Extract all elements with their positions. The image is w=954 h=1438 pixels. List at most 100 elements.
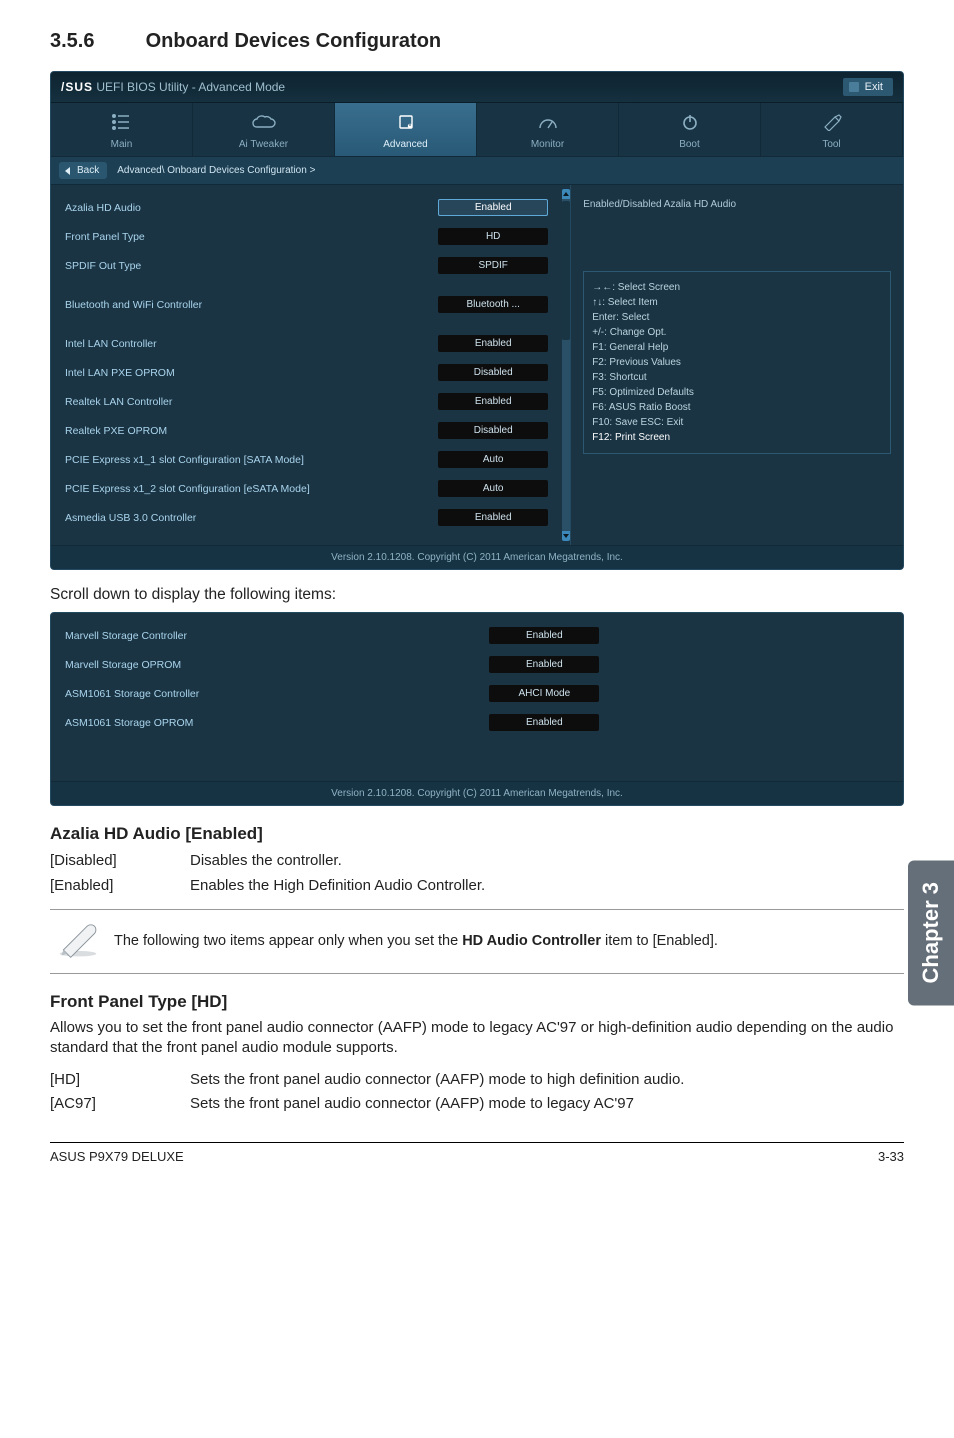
list-icon <box>51 113 192 135</box>
label-asm-oprom: ASM1061 Storage OPROM <box>65 717 489 729</box>
tab-advanced[interactable]: Advanced <box>335 103 477 157</box>
row-asm-oprom[interactable]: ASM1061 Storage OPROMEnabled <box>51 708 613 737</box>
tab-main[interactable]: Main <box>51 103 193 157</box>
value-asm-oprom[interactable]: Enabled <box>489 714 599 731</box>
tab-advanced-label: Advanced <box>383 139 427 150</box>
row-asm-ctrl[interactable]: ASM1061 Storage ControllerAHCI Mode <box>51 679 613 708</box>
chip-icon <box>335 113 476 135</box>
scroll-caption: Scroll down to display the following ite… <box>50 586 904 604</box>
key-help-box: →←: Select Screen ↑↓: Select Item Enter:… <box>583 271 891 454</box>
row-azalia[interactable]: Azalia HD AudioEnabled <box>51 193 562 222</box>
row-realtek-lan[interactable]: Realtek LAN ControllerEnabled <box>51 387 562 416</box>
tab-monitor[interactable]: Monitor <box>477 103 619 157</box>
key-help-line: →←: Select Screen <box>592 280 882 295</box>
def-desc: Sets the front panel audio connector (AA… <box>190 1069 684 1092</box>
scroll-up-button[interactable] <box>562 189 570 199</box>
row-asmedia[interactable]: Asmedia USB 3.0 ControllerEnabled <box>51 503 562 532</box>
tab-boot[interactable]: Boot <box>619 103 761 157</box>
bios-options-panel-2: Marvell Storage ControllerEnabled Marvel… <box>51 613 613 781</box>
row-intel-pxe[interactable]: Intel LAN PXE OPROMDisabled <box>51 358 562 387</box>
value-marvell-ctrl[interactable]: Enabled <box>489 627 599 644</box>
value-realtek-pxe[interactable]: Disabled <box>438 422 548 439</box>
note-text: The following two items appear only when… <box>114 931 718 951</box>
front-panel-deflist: [HD]Sets the front panel audio connector… <box>50 1069 904 1116</box>
tab-main-label: Main <box>111 139 133 150</box>
value-bt-wifi[interactable]: Bluetooth ... <box>438 296 548 313</box>
value-marvell-oprom[interactable]: Enabled <box>489 656 599 673</box>
label-front-panel: Front Panel Type <box>65 231 438 243</box>
value-asmedia[interactable]: Enabled <box>438 509 548 526</box>
label-asmedia: Asmedia USB 3.0 Controller <box>65 512 438 524</box>
section-number: 3.5.6 <box>50 30 140 53</box>
label-marvell-ctrl: Marvell Storage Controller <box>65 630 489 642</box>
row-marvell-oprom[interactable]: Marvell Storage OPROMEnabled <box>51 650 613 679</box>
scroll-down-button[interactable] <box>562 531 570 541</box>
label-intel-lan: Intel LAN Controller <box>65 338 438 350</box>
value-realtek-lan[interactable]: Enabled <box>438 393 548 410</box>
label-pcie2: PCIE Express x1_2 slot Configuration [eS… <box>65 483 438 495</box>
value-pcie2[interactable]: Auto <box>438 480 548 497</box>
power-icon <box>619 113 760 135</box>
footer-left: ASUS P9X79 DELUXE <box>50 1149 184 1164</box>
bios-titlebar: /SUS UEFI BIOS Utility - Advanced Mode E… <box>51 72 903 103</box>
bios-options-panel: Azalia HD AudioEnabled Front Panel TypeH… <box>51 185 562 545</box>
key-help-line: +/-: Change Opt. <box>592 325 882 340</box>
label-asm-ctrl: ASM1061 Storage Controller <box>65 688 489 700</box>
note-text-post: item to [Enabled]. <box>601 933 718 949</box>
chapter-side-tab: Chapter 3 <box>908 860 954 1005</box>
row-spdif[interactable]: SPDIF Out TypeSPDIF <box>51 251 562 280</box>
bios-brand: /SUS UEFI BIOS Utility - Advanced Mode <box>61 80 285 94</box>
row-pcie2[interactable]: PCIE Express x1_2 slot Configuration [eS… <box>51 474 562 503</box>
help-text: Enabled/Disabled Azalia HD Audio <box>583 195 891 265</box>
row-bt-wifi[interactable]: Bluetooth and WiFi ControllerBluetooth .… <box>51 290 562 319</box>
tool-icon <box>761 113 902 135</box>
key-help-line: F12: Print Screen <box>592 430 882 445</box>
bios-help-panel: Enabled/Disabled Azalia HD Audio →←: Sel… <box>570 185 903 545</box>
note-text-pre: The following two items appear only when… <box>114 933 462 949</box>
tab-monitor-label: Monitor <box>531 139 564 150</box>
bios-scrollbar[interactable] <box>562 191 570 539</box>
gauge-icon <box>477 113 618 135</box>
row-pcie1[interactable]: PCIE Express x1_1 slot Configuration [SA… <box>51 445 562 474</box>
key-help-line: F5: Optimized Defaults <box>592 385 882 400</box>
key-help-line: F1: General Help <box>592 340 882 355</box>
value-front-panel[interactable]: HD <box>438 228 548 245</box>
exit-button[interactable]: Exit <box>843 78 893 96</box>
brand-subtitle: UEFI BIOS Utility - Advanced Mode <box>96 80 285 94</box>
label-realtek-lan: Realtek LAN Controller <box>65 396 438 408</box>
breadcrumb: Advanced\ Onboard Devices Configuration … <box>117 165 315 176</box>
label-spdif: SPDIF Out Type <box>65 260 438 272</box>
row-marvell-ctrl[interactable]: Marvell Storage ControllerEnabled <box>51 621 613 650</box>
row-front-panel[interactable]: Front Panel TypeHD <box>51 222 562 251</box>
value-azalia[interactable]: Enabled <box>438 199 548 216</box>
label-pcie1: PCIE Express x1_1 slot Configuration [SA… <box>65 454 438 466</box>
tab-ai-tweaker[interactable]: Ai Tweaker <box>193 103 335 157</box>
section-title: Onboard Devices Configuraton <box>146 30 442 52</box>
label-marvell-oprom: Marvell Storage OPROM <box>65 659 489 671</box>
row-realtek-pxe[interactable]: Realtek PXE OPROMDisabled <box>51 416 562 445</box>
back-button[interactable]: Back <box>59 162 107 179</box>
key-help-line: ↑↓: Select Item <box>592 295 882 310</box>
bios-tabs: Main Ai Tweaker Advanced Monitor Boot <box>51 103 903 157</box>
def-desc: Disables the controller. <box>190 850 342 873</box>
front-panel-heading: Front Panel Type [HD] <box>50 992 904 1012</box>
key-help-line: F10: Save ESC: Exit <box>592 415 882 430</box>
scroll-thumb[interactable] <box>562 201 570 340</box>
value-intel-lan[interactable]: Enabled <box>438 335 548 352</box>
tab-tool[interactable]: Tool <box>761 103 903 157</box>
footer-right: 3-33 <box>878 1149 904 1164</box>
note-pen-icon <box>56 920 100 963</box>
row-intel-lan[interactable]: Intel LAN ControllerEnabled <box>51 329 562 358</box>
value-intel-pxe[interactable]: Disabled <box>438 364 548 381</box>
value-pcie1[interactable]: Auto <box>438 451 548 468</box>
bios-window: /SUS UEFI BIOS Utility - Advanced Mode E… <box>50 71 904 570</box>
value-asm-ctrl[interactable]: AHCI Mode <box>489 685 599 702</box>
label-azalia: Azalia HD Audio <box>65 202 438 214</box>
azalia-heading: Azalia HD Audio [Enabled] <box>50 824 904 844</box>
note-block: The following two items appear only when… <box>50 909 904 974</box>
note-text-bold: HD Audio Controller <box>462 933 601 949</box>
section-heading: 3.5.6 Onboard Devices Configuraton <box>50 30 904 53</box>
value-spdif[interactable]: SPDIF <box>438 257 548 274</box>
cloud-icon <box>193 113 334 135</box>
breadcrumb-row: Back Advanced\ Onboard Devices Configura… <box>51 157 903 185</box>
